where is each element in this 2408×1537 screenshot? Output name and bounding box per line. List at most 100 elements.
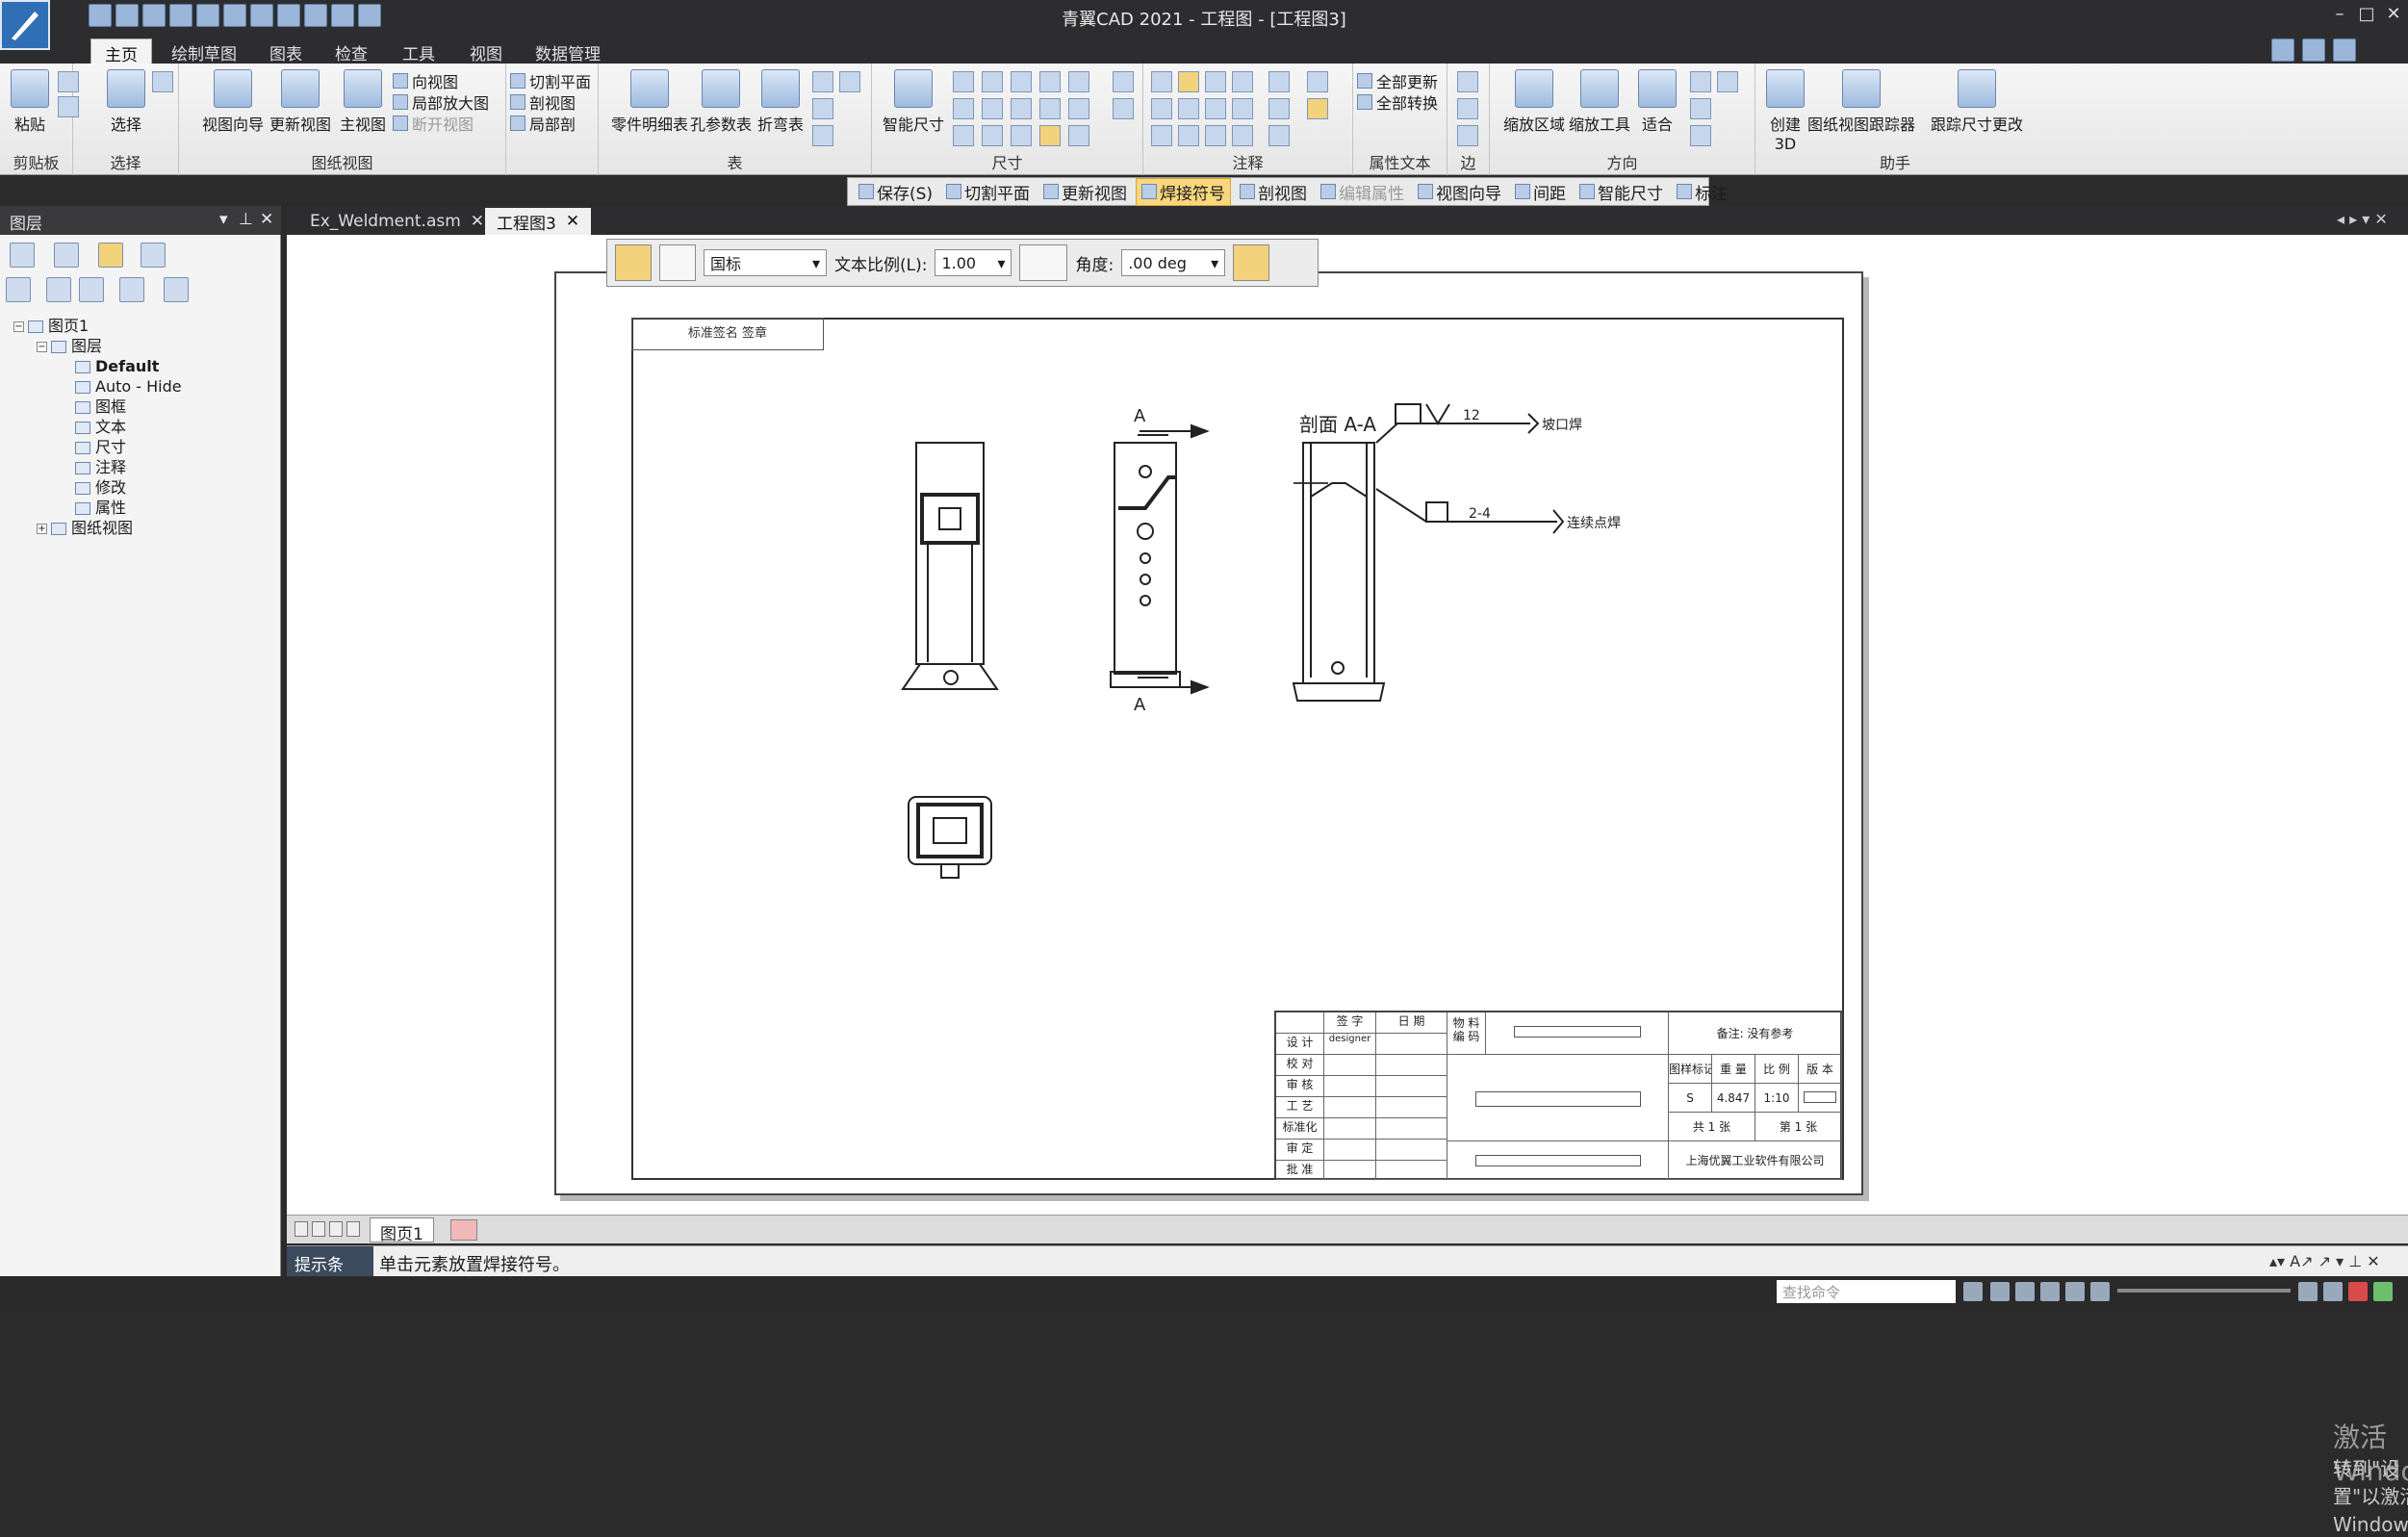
- new-icon[interactable]: [89, 4, 112, 27]
- dim-prefix-icon[interactable]: [1113, 98, 1134, 119]
- tab-scroll-controls[interactable]: ◂ ▸ ▾ ✕: [2337, 210, 2388, 228]
- weld-symbol-bevel[interactable]: [1375, 403, 1540, 444]
- print-preview-icon[interactable]: [250, 4, 273, 27]
- customize-icon[interactable]: [358, 4, 381, 27]
- break-view-button[interactable]: 断开视图: [393, 112, 474, 135]
- new-layer-icon[interactable]: [6, 277, 31, 302]
- zoom-slider[interactable]: [2117, 1289, 2291, 1293]
- undo-icon[interactable]: [304, 4, 327, 27]
- feature-control-icon[interactable]: [1151, 98, 1172, 119]
- weld-symbol-tool-icon[interactable]: [615, 244, 652, 281]
- zoom-prev-icon[interactable]: [1690, 98, 1711, 119]
- tree-layers[interactable]: − 图层: [13, 336, 182, 356]
- status-ok-icon[interactable]: [2373, 1282, 2393, 1301]
- cmd-weld-symbol[interactable]: 焊接符号: [1136, 177, 1232, 206]
- tab-home[interactable]: 主页: [90, 38, 152, 65]
- tab-table[interactable]: 图表: [256, 38, 316, 64]
- tree-page[interactable]: − 图页1: [13, 316, 182, 336]
- bend-table-button[interactable]: 折弯表: [747, 69, 814, 135]
- find-icon[interactable]: [142, 4, 166, 27]
- pin-icon[interactable]: ⊥: [239, 210, 253, 229]
- leader-icon[interactable]: [1151, 71, 1172, 92]
- arc-dim-icon[interactable]: [1068, 98, 1089, 119]
- close-tab-icon[interactable]: ✕: [566, 212, 579, 231]
- find-command-input[interactable]: 查找命令: [1777, 1280, 1956, 1303]
- save-icon[interactable]: [169, 4, 192, 27]
- redo-icon[interactable]: [331, 4, 354, 27]
- frame-icon[interactable]: [1307, 98, 1328, 119]
- bolt-hole-icon[interactable]: [1205, 125, 1226, 146]
- linear-dim-icon[interactable]: [953, 71, 974, 92]
- layer-tab-icon[interactable]: [98, 243, 123, 268]
- table-format-icon[interactable]: [812, 125, 833, 146]
- layout-icon[interactable]: [2271, 38, 2294, 62]
- open-icon[interactable]: [115, 4, 139, 27]
- activate-layer-icon[interactable]: [46, 277, 71, 302]
- hide-layer-icon[interactable]: [119, 277, 144, 302]
- cmd-cut-plane[interactable]: 切割平面: [941, 179, 1035, 205]
- collapse-icon[interactable]: −: [13, 321, 24, 332]
- pan-icon[interactable]: [1717, 71, 1738, 92]
- update-all-button[interactable]: 全部更新: [1357, 69, 1438, 92]
- cut-plane-button[interactable]: 切割平面: [510, 69, 591, 92]
- layout-icon[interactable]: [2323, 1282, 2343, 1301]
- print-icon[interactable]: [223, 4, 246, 27]
- sheet-tab-page1[interactable]: 图页1: [370, 1217, 434, 1244]
- top-view[interactable]: [908, 796, 992, 879]
- delete-layer-icon[interactable]: [164, 277, 189, 302]
- view-tracker-button[interactable]: 图纸视图跟踪器: [1804, 69, 1919, 135]
- direction-view-button[interactable]: 向视图: [393, 69, 458, 92]
- select-button[interactable]: 选择: [102, 69, 150, 135]
- zoom-icon[interactable]: [2015, 1282, 2035, 1301]
- callout-icon[interactable]: [1205, 71, 1226, 92]
- refresh-icon[interactable]: [1690, 125, 1711, 146]
- doc-tab-weldment[interactable]: Ex_Weldment.asm ✕: [298, 208, 496, 235]
- library-tab-icon[interactable]: [54, 243, 79, 268]
- weld-properties-icon[interactable]: [659, 244, 696, 281]
- select-filter-icon[interactable]: [152, 71, 173, 92]
- balloon-icon[interactable]: [1232, 71, 1253, 92]
- help-tab-icon[interactable]: [141, 243, 166, 268]
- panel-close-icon[interactable]: ✕: [260, 210, 273, 229]
- tree-layer-dimension[interactable]: 尺寸: [13, 437, 182, 457]
- edge-style-icon[interactable]: [1457, 125, 1478, 146]
- show-layer-icon[interactable]: [79, 277, 104, 302]
- doc-tab-drawing3[interactable]: 工程图3 ✕: [485, 208, 592, 235]
- maximize-button[interactable]: □: [2352, 4, 2381, 27]
- ordinate-dim-icon[interactable]: [1011, 98, 1032, 119]
- collapse-icon[interactable]: −: [37, 342, 47, 352]
- table-grid-icon[interactable]: [839, 71, 860, 92]
- table-icon[interactable]: [812, 71, 833, 92]
- angle-select[interactable]: .00 deg ▾: [1121, 249, 1226, 276]
- table-edit-icon[interactable]: [812, 98, 833, 119]
- help-icon[interactable]: [2333, 38, 2356, 62]
- cmd-annotate[interactable]: 标注: [1672, 179, 1732, 205]
- text-scale-select[interactable]: 1.00 ▾: [935, 249, 1012, 276]
- zoom-tool-button[interactable]: 缩放工具: [1561, 69, 1638, 135]
- check-icon[interactable]: [1151, 125, 1172, 146]
- tab-tools[interactable]: 工具: [389, 38, 448, 64]
- close-button[interactable]: ✕: [2379, 4, 2408, 27]
- symbol-dropdown-icon[interactable]: [1019, 244, 1068, 281]
- dim-active-icon[interactable]: [1039, 125, 1061, 146]
- tree-layer-frame[interactable]: 图框: [13, 397, 182, 417]
- zoom-plus-icon[interactable]: [2298, 1282, 2318, 1301]
- last-page-icon[interactable]: [346, 1221, 360, 1237]
- next-page-icon[interactable]: [329, 1221, 343, 1237]
- prompt-controls[interactable]: ▴▾ A↗ ↗ ▾ ⊥ ✕: [2269, 1252, 2380, 1270]
- options-icon[interactable]: [2302, 38, 2325, 62]
- pan-icon[interactable]: [2040, 1282, 2060, 1301]
- tree-layer-modify[interactable]: 修改: [13, 477, 182, 498]
- record-icon[interactable]: [2348, 1282, 2368, 1301]
- cmd-section-view[interactable]: 剖视图: [1235, 179, 1312, 205]
- create-3d-button[interactable]: 创建3D: [1761, 69, 1809, 153]
- fit-icon[interactable]: [2065, 1282, 2085, 1301]
- weld-standard-select[interactable]: 国标 ▾: [704, 249, 827, 276]
- center-mark-icon[interactable]: [1268, 98, 1290, 119]
- datum-icon[interactable]: [1178, 98, 1199, 119]
- coordinate-dim-icon[interactable]: [953, 125, 974, 146]
- weld-apply-icon[interactable]: [1233, 244, 1270, 281]
- radius-dim-icon[interactable]: [1011, 71, 1032, 92]
- properties-icon[interactable]: [277, 4, 300, 27]
- tab-view[interactable]: 视图: [456, 38, 516, 64]
